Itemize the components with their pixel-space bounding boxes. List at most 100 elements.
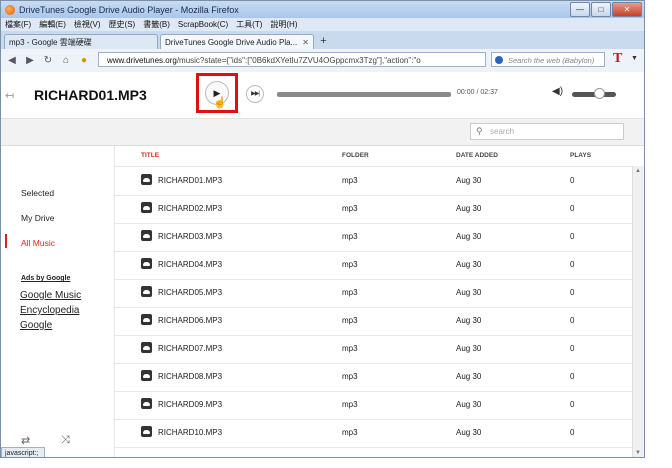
table-row[interactable]: RICHARD05.MP3 mp3 Aug 30 0 [115,279,632,308]
row-plays: 0 [570,428,575,437]
table-row[interactable]: RICHARD06.MP3 mp3 Aug 30 0 [115,307,632,336]
menu-tools[interactable]: 工具(T) [236,19,262,30]
search-input[interactable]: ⚲ search [470,123,624,140]
forward-button[interactable]: ▶ [23,55,37,66]
new-tab-button[interactable]: + [316,35,331,48]
scrollbar[interactable]: ▲ ▼ [632,166,644,457]
toolbar-t-icon[interactable]: T [613,51,622,67]
next-track-button[interactable]: ▶▶| [246,85,264,103]
tab-google-drive[interactable]: mp3 - Google 雲端硬碟 [4,34,158,49]
row-plays: 0 [570,176,575,185]
row-date-added: Aug 30 [456,232,482,241]
maximize-button[interactable]: □ [591,2,611,17]
menu-help[interactable]: 說明(H) [270,19,297,30]
sidebar-item-selected[interactable]: Selected [21,188,54,198]
row-plays: 0 [570,204,575,213]
minimize-button[interactable]: — [570,2,590,17]
ad-link-google[interactable]: Google [20,320,52,331]
url-domain: www.drivetunes.org [107,56,177,65]
home-button[interactable]: ⌂ [59,55,73,66]
column-header-title[interactable]: TITLE [141,152,159,159]
row-plays: 0 [570,232,575,241]
back-button[interactable]: ◀ [5,55,19,66]
menu-history[interactable]: 歷史(S) [109,19,136,30]
table-row[interactable]: RICHARD10.MP3 mp3 Aug 30 0 [115,419,632,448]
reload-button[interactable]: ↻ [41,55,55,66]
row-plays: 0 [570,344,575,353]
row-title: RICHARD01.MP3 [158,176,223,185]
hand-cursor-icon: ☝ [213,97,227,109]
row-date-added: Aug 30 [456,260,482,269]
row-folder: mp3 [342,232,358,241]
browser-search-placeholder: Search the web (Babylon) [508,56,595,65]
window-controls: — □ ✕ [570,2,642,17]
table-row[interactable]: RICHARD04.MP3 mp3 Aug 30 0 [115,251,632,280]
window-title: DriveTunes Google Drive Audio Player - M… [19,4,239,15]
row-date-added: Aug 30 [456,428,482,437]
row-title: RICHARD03.MP3 [158,232,223,241]
search-engine-icon [495,56,503,64]
row-date-added: Aug 30 [456,176,482,185]
cloud-file-icon [141,174,152,185]
cloud-file-icon [141,286,152,297]
cloud-file-icon [141,398,152,409]
row-title: RICHARD06.MP3 [158,316,223,325]
row-plays: 0 [570,372,575,381]
cloud-file-icon [141,314,152,325]
addon-icon[interactable]: ● [77,55,91,66]
table-row[interactable]: RICHARD08.MP3 mp3 Aug 30 0 [115,363,632,392]
row-plays: 0 [570,288,575,297]
close-window-button[interactable]: ✕ [612,2,642,17]
row-date-added: Aug 30 [456,372,482,381]
row-date-added: Aug 30 [456,204,482,213]
column-header-plays[interactable]: PLAYS [570,152,591,159]
row-title: RICHARD05.MP3 [158,288,223,297]
column-header-date-added[interactable]: DATE ADDED [456,152,498,159]
sidebar-item-all-music[interactable]: All Music [21,238,55,248]
menu-view[interactable]: 檢視(V) [74,19,101,30]
scroll-up-icon[interactable]: ▲ [635,168,641,174]
table-row[interactable]: RICHARD03.MP3 mp3 Aug 30 0 [115,223,632,252]
firefox-logo-icon [5,4,15,15]
row-folder: mp3 [342,428,358,437]
row-folder: mp3 [342,400,358,409]
menu-bookmarks[interactable]: 書籤(B) [143,19,170,30]
browser-search-input[interactable]: Search the web (Babylon) [491,52,605,67]
chevron-down-icon[interactable]: ▼ [631,55,638,62]
table-row[interactable]: RICHARD01.MP3 mp3 Aug 30 0 [115,167,632,196]
cloud-file-icon [141,258,152,269]
ad-link-encyclopedia[interactable]: Encyclopedia [20,305,79,316]
title-bar: DriveTunes Google Drive Audio Player - M… [1,1,644,18]
tab-drivetunes[interactable]: DriveTunes Google Drive Audio Pla... ✕ [160,34,314,49]
player-header: ↤ RICHARD01.MP3 ▶ ☝ ▶▶| 00:00 / 02:37 ◀) [1,72,644,119]
cloud-file-icon [141,202,152,213]
volume-icon[interactable]: ◀) [552,86,563,97]
progress-bar[interactable] [277,92,451,97]
row-date-added: Aug 30 [456,288,482,297]
sidebar-item-my-drive[interactable]: My Drive [21,213,55,223]
table-row[interactable]: RICHARD07.MP3 mp3 Aug 30 0 [115,335,632,364]
table-row[interactable]: RICHARD09.MP3 mp3 Aug 30 0 [115,391,632,420]
cloud-file-icon [141,342,152,353]
table-row[interactable]: RICHARD02.MP3 mp3 Aug 30 0 [115,195,632,224]
ad-link-google-music[interactable]: Google Music [20,290,81,301]
ads-title[interactable]: Ads by Google [21,275,70,282]
search-bar-strip: ⚲ search [1,119,644,146]
menu-edit[interactable]: 編輯(E) [39,19,66,30]
close-tab-icon[interactable]: ✕ [297,38,309,47]
row-folder: mp3 [342,288,358,297]
volume-slider-handle[interactable] [594,88,605,99]
repeat-icon[interactable]: ⇄ [21,434,30,447]
menu-file[interactable]: 檔案(F) [5,19,31,30]
scroll-down-icon[interactable]: ▼ [635,450,641,456]
sidebar: Selected My Drive All Music Ads by Googl… [1,146,114,457]
column-header-folder[interactable]: FOLDER [342,152,369,159]
shuffle-icon[interactable]: ⤨ [61,434,70,447]
cloud-file-icon [141,426,152,437]
active-indicator [5,234,7,248]
app-back-icon[interactable]: ↤ [5,89,14,102]
url-bar[interactable]: www.drivetunes.org/music?state={"ids":["… [98,52,486,67]
row-title: RICHARD02.MP3 [158,204,223,213]
search-icon: ⚲ [476,126,483,136]
menu-scrapbook[interactable]: ScrapBook(C) [178,20,228,29]
